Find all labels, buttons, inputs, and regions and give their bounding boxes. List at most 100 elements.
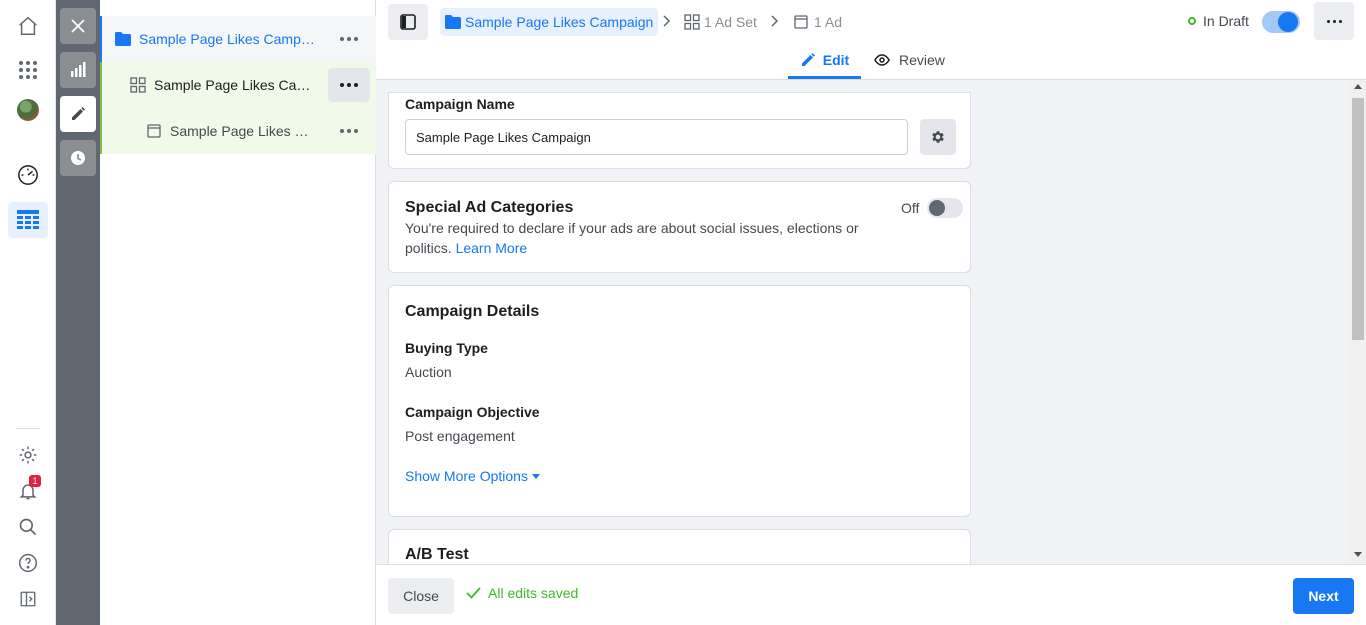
breadcrumb-ad[interactable]: 1 Ad (794, 8, 842, 36)
show-more-options-label: Show More Options (405, 468, 528, 484)
checkmark-icon (466, 587, 481, 599)
learn-more-link[interactable]: Learn More (456, 240, 528, 256)
tree-item-campaign-label: Sample Page Likes Campa... (139, 31, 319, 47)
help-icon (18, 553, 38, 573)
close-icon (71, 19, 85, 33)
charts-button[interactable] (60, 52, 96, 88)
more-dots-icon (1326, 19, 1342, 23)
ads-manager-button[interactable] (8, 202, 48, 238)
header-more-button[interactable] (1314, 2, 1354, 40)
tab-review-label: Review (899, 52, 945, 68)
toggle-tree-button[interactable] (388, 4, 428, 40)
buying-type-label: Buying Type (405, 340, 488, 356)
campaign-more-button[interactable] (328, 22, 370, 56)
settings-button[interactable] (8, 437, 48, 473)
name-settings-button[interactable] (920, 119, 956, 155)
save-status-label: All edits saved (488, 585, 579, 601)
show-more-options-link[interactable]: Show More Options (405, 468, 540, 484)
scroll-up-arrow-icon[interactable] (1354, 84, 1362, 89)
special-ad-title: Special Ad Categories (405, 199, 574, 216)
panel-toggle-icon (20, 591, 36, 607)
tree-item-adset[interactable]: Sample Page Likes Cam... (100, 62, 376, 108)
search-button[interactable] (8, 509, 48, 545)
more-dots-icon (340, 37, 358, 41)
adset-grid-icon (684, 14, 700, 30)
edit-tool-button[interactable] (60, 96, 96, 132)
editor-content: Campaign Name Special Ad Categories You'… (376, 80, 1350, 564)
folder-icon (445, 15, 461, 29)
breadcrumb-campaign-label: Sample Page Likes Campaign (465, 14, 654, 30)
grid-menu-icon (19, 61, 37, 79)
special-ad-categories-card: Special Ad Categories You're required to… (388, 181, 971, 273)
more-dots-icon (340, 129, 358, 133)
caret-down-icon (531, 473, 540, 479)
campaign-details-card: Campaign Details Buying Type Auction Cam… (388, 285, 971, 517)
status-indicator: In Draft (1188, 11, 1249, 31)
tree-item-campaign[interactable]: Sample Page Likes Campa... (100, 16, 376, 62)
ad-more-button[interactable] (328, 114, 370, 148)
next-button[interactable]: Next (1293, 578, 1354, 614)
campaign-name-label: Campaign Name (405, 96, 515, 112)
pencil-icon (72, 107, 85, 120)
gear-icon (932, 131, 944, 143)
scroll-down-arrow-icon[interactable] (1354, 552, 1362, 557)
gear-icon (19, 446, 37, 464)
close-button[interactable]: Close (388, 578, 454, 614)
pencil-icon (801, 53, 815, 66)
close-editor-button[interactable] (60, 8, 96, 44)
ab-test-title: A/B Test (405, 546, 469, 563)
clock-icon (71, 151, 85, 165)
account-avatar-button[interactable] (8, 92, 48, 128)
speedometer-icon (18, 165, 38, 185)
folder-icon (115, 32, 131, 46)
campaign-objective-value: Post engagement (405, 428, 515, 444)
history-button[interactable] (60, 140, 96, 176)
special-ad-toggle[interactable] (927, 198, 964, 218)
campaign-name-input[interactable] (405, 119, 908, 155)
notifications-button[interactable]: 1 (8, 473, 48, 509)
home-icon (19, 16, 37, 35)
dashboard-button[interactable] (8, 157, 48, 193)
special-ad-description-block: You're required to declare if your ads a… (405, 218, 875, 258)
content-scrollbar[interactable] (1350, 80, 1366, 564)
tab-edit[interactable]: Edit (788, 44, 861, 79)
rail-divider (16, 428, 40, 429)
publish-toggle[interactable] (1262, 11, 1300, 33)
chevron-right-icon (771, 15, 779, 27)
breadcrumb-adset[interactable]: 1 Ad Set (684, 8, 757, 36)
breadcrumb-adset-label: 1 Ad Set (704, 14, 757, 30)
report-problem-button[interactable] (8, 581, 48, 617)
toggle-knob (929, 200, 946, 216)
search-icon (19, 518, 37, 536)
bar-chart-icon (71, 62, 86, 77)
editor-tools-column (56, 0, 100, 625)
notification-count-badge: 1 (29, 475, 41, 487)
special-ad-toggle-label: Off (901, 200, 920, 216)
chevron-right-icon (663, 15, 671, 27)
ad-icon (794, 15, 808, 29)
tree-item-adset-label: Sample Page Likes Cam... (154, 77, 319, 93)
special-ad-toggle-group: Off (901, 198, 964, 218)
avatar (17, 99, 39, 121)
ad-icon (147, 124, 161, 138)
tree-item-ad[interactable]: Sample Page Likes C... (100, 108, 376, 154)
breadcrumb-ad-label: 1 Ad (814, 14, 843, 30)
home-button[interactable] (8, 8, 48, 44)
editor-header: Sample Page Likes Campaign 1 Ad Set 1 Ad… (376, 0, 1366, 80)
table-icon (17, 210, 39, 229)
sidebar-toggle-icon (400, 14, 416, 30)
save-status: All edits saved (466, 585, 578, 601)
campaign-name-card: Campaign Name (388, 92, 971, 169)
tab-review[interactable]: Review (868, 44, 951, 76)
status-label: In Draft (1203, 13, 1249, 29)
adset-more-button[interactable] (328, 68, 370, 102)
tab-edit-label: Edit (822, 52, 850, 68)
scrollbar-thumb[interactable] (1352, 98, 1364, 340)
breadcrumb-campaign[interactable]: Sample Page Likes Campaign (440, 8, 659, 36)
campaign-objective-label: Campaign Objective (405, 404, 540, 420)
help-button[interactable] (8, 545, 48, 581)
status-dot-icon (1188, 17, 1196, 25)
toggle-knob (1278, 12, 1298, 32)
adset-grid-icon (130, 77, 146, 93)
all-tools-button[interactable] (8, 52, 48, 88)
